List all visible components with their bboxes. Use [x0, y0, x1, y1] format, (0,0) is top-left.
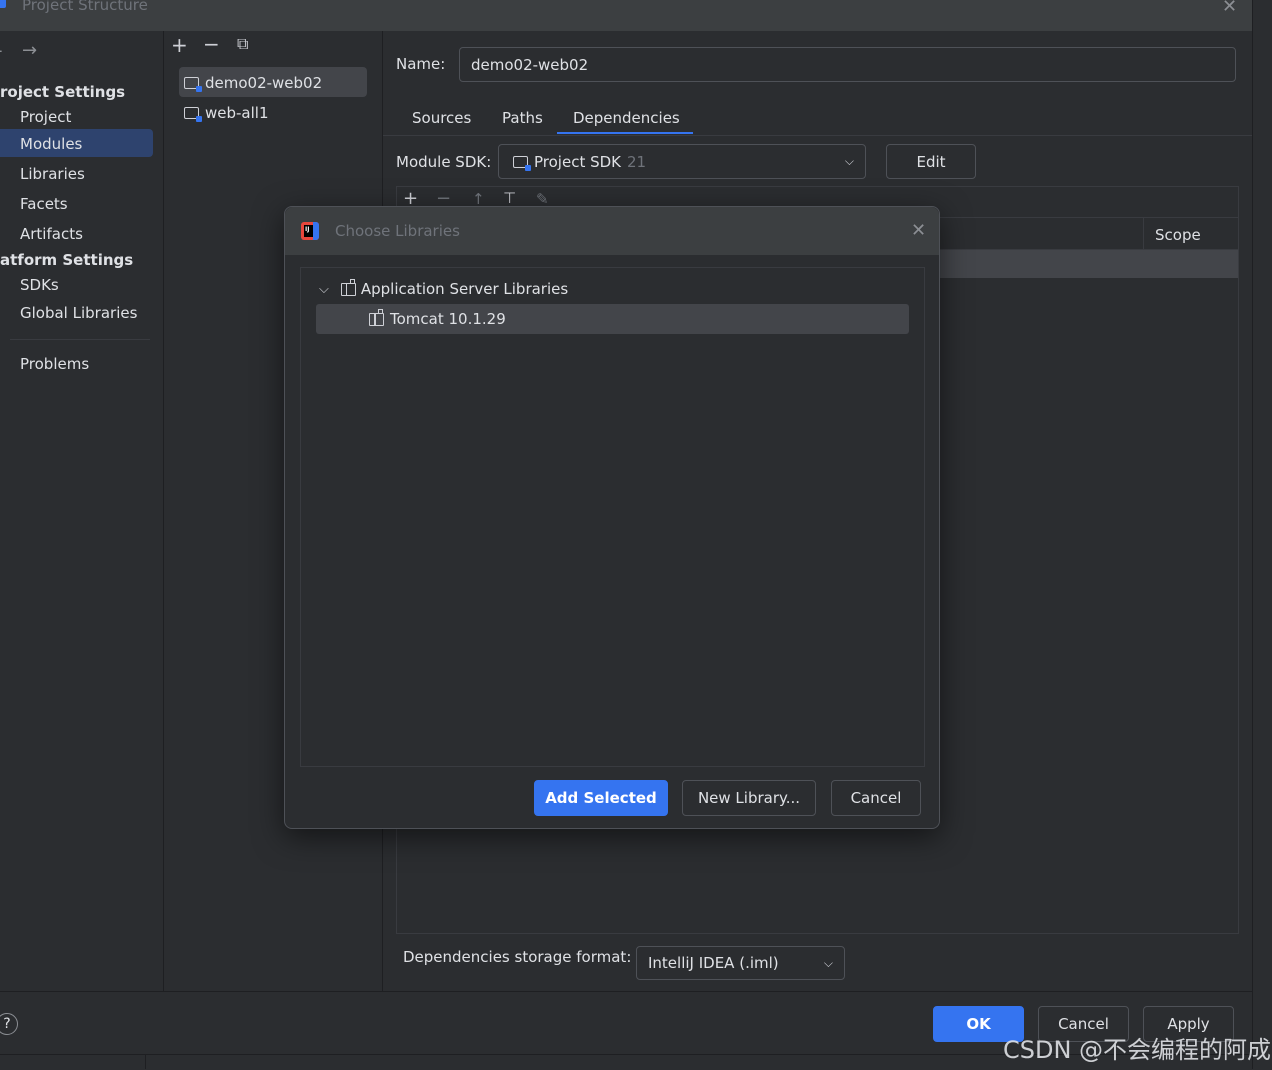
back-arrow-icon[interactable]: -	[0, 40, 3, 61]
module-folder-icon	[184, 107, 202, 122]
project-settings-header: roject Settings	[0, 83, 126, 101]
sidebar-item-libraries[interactable]: Libraries	[20, 165, 85, 183]
library-icon	[369, 308, 384, 326]
intellij-dialog-icon: IJ	[301, 222, 319, 240]
chevron-down-icon: ⌵	[823, 955, 833, 970]
tree-group-label: Application Server Libraries	[360, 280, 569, 298]
sidebar-item-artifacts[interactable]: Artifacts	[20, 225, 83, 243]
sidebar-item-project[interactable]: Project	[20, 108, 71, 126]
module-item-web-all1[interactable]: web-all1	[184, 104, 269, 122]
dialog-cancel-button[interactable]: Cancel	[831, 780, 921, 816]
sdk-value: Project SDK	[534, 152, 621, 171]
window-title: Project Structure	[22, 0, 148, 14]
storage-format-label: Dependencies storage format:	[403, 948, 632, 966]
title-bar	[0, 0, 1252, 31]
sidebar-item-facets[interactable]: Facets	[20, 195, 68, 213]
library-icon	[340, 278, 356, 296]
tree-group-application-server-libraries[interactable]: ⌵ Application Server Libraries	[319, 278, 569, 298]
module-item-demo02-web02[interactable]: demo02-web02	[184, 74, 322, 92]
module-item-label: web-all1	[205, 104, 269, 122]
choose-libraries-dialog: IJ Choose Libraries ✕ ⌵ Application Serv…	[284, 206, 940, 829]
tree-item-tomcat[interactable]: Tomcat 10.1.29	[316, 304, 909, 334]
dialog-title: Choose Libraries	[335, 222, 460, 240]
storage-format-value: IntelliJ IDEA (.iml)	[648, 954, 779, 972]
libraries-tree: ⌵ Application Server Libraries Tomcat 10…	[300, 267, 925, 767]
forward-arrow-icon[interactable]: →	[22, 40, 37, 61]
sidebar-item-problems[interactable]: Problems	[20, 355, 89, 373]
intellij-app-icon	[0, 0, 6, 8]
tab-dependencies[interactable]: Dependencies	[573, 109, 680, 127]
add-module-icon[interactable]: +	[171, 33, 188, 57]
tree-item-label: Tomcat 10.1.29	[390, 310, 506, 328]
window-close-icon[interactable]: ✕	[1222, 0, 1237, 17]
name-label: Name:	[396, 55, 446, 73]
sidebar-item-global-libraries[interactable]: Global Libraries	[20, 304, 137, 322]
tab-sources[interactable]: Sources	[412, 109, 471, 127]
scope-column-header: Scope	[1155, 226, 1201, 244]
window-edge	[1252, 0, 1272, 1069]
status-strip-divider	[145, 1055, 146, 1069]
sidebar-item-sdks[interactable]: SDKs	[20, 276, 59, 294]
sidebar-item-modules[interactable]: Modules	[20, 135, 82, 153]
module-folder-icon	[184, 77, 202, 92]
remove-module-icon[interactable]: −	[203, 32, 220, 56]
edit-sdk-button[interactable]: Edit	[886, 144, 976, 179]
sidebar-divider	[10, 339, 150, 340]
sdk-version: 21	[627, 152, 647, 171]
module-sdk-label: Module SDK:	[396, 153, 492, 171]
scope-column-divider	[1143, 218, 1144, 249]
module-item-label: demo02-web02	[205, 74, 323, 92]
sdk-folder-icon	[513, 155, 531, 171]
module-name-field[interactable]: demo02-web02	[459, 47, 1236, 82]
chevron-down-icon: ⌵	[844, 154, 854, 168]
footer-divider	[0, 991, 1252, 992]
copy-module-icon[interactable]: ⧉	[237, 34, 248, 54]
move-bottom-icon[interactable]: ⊤	[503, 189, 516, 207]
chevron-down-icon[interactable]: ⌵	[319, 282, 329, 297]
storage-format-dropdown[interactable]: IntelliJ IDEA (.iml) ⌵	[636, 946, 845, 980]
tabs-divider	[383, 135, 1252, 136]
add-selected-button[interactable]: Add Selected	[534, 780, 668, 816]
module-sdk-dropdown[interactable]: Project SDK 21 ⌵	[498, 144, 866, 179]
help-icon[interactable]: ?	[0, 1013, 18, 1035]
new-library-button[interactable]: New Library...	[682, 780, 816, 816]
csdn-watermark: CSDN @不会编程的阿成	[1003, 1036, 1272, 1064]
platform-settings-header: atform Settings	[0, 251, 134, 269]
active-tab-indicator	[557, 132, 693, 134]
tab-paths[interactable]: Paths	[502, 109, 543, 127]
dialog-close-icon[interactable]: ✕	[911, 220, 926, 241]
